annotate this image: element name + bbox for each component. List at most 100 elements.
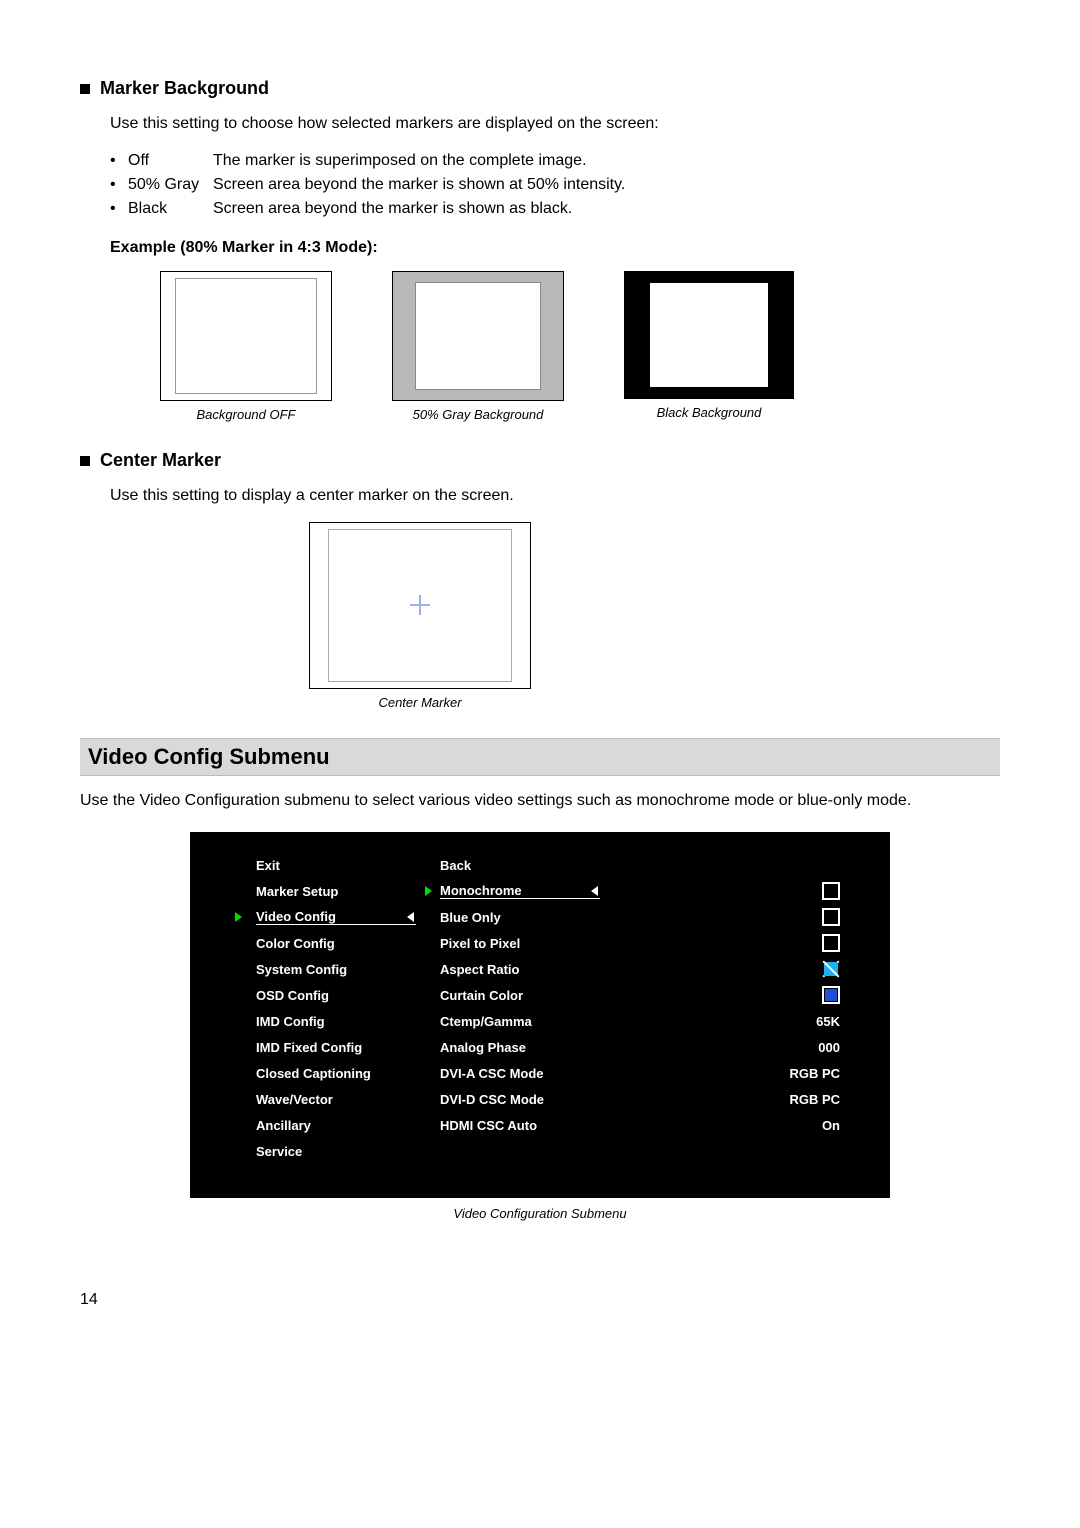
osd-left-item: OSD Config [256,988,416,1003]
list-item: • 50% Gray Screen area beyond the marker… [110,173,1000,197]
section-intro: Use this setting to display a center mar… [110,485,1000,507]
osd-label: Pixel to Pixel [440,936,520,951]
figure-caption: Black Background [657,405,762,420]
figure-bg-gray [392,271,564,401]
osd-row: Service [220,1138,860,1164]
osd-value [600,934,860,952]
osd-left-item: IMD Fixed Config [256,1040,416,1055]
osd-label: DVI-D CSC Mode [440,1092,544,1107]
section-heading-bar: Video Config Submenu [80,738,1000,776]
osd-value: RGB PC [600,1066,860,1081]
bullet-dot: • [110,173,128,197]
figure-inner [650,283,768,387]
figure-caption: 50% Gray Background [413,407,544,422]
osd-left-item: Service [256,1144,416,1159]
figure-row: Background OFF 50% Gray Background Black… [160,271,1000,422]
osd-right-item-selected: Monochrome [440,883,600,899]
bullet-dot: • [110,149,128,173]
osd-row: IMD Fixed Config Analog Phase 000 [220,1034,860,1060]
osd-label: Video Config [256,909,336,924]
osd-value: 65K [600,1014,860,1029]
osd-row: Color Config Pixel to Pixel [220,930,860,956]
osd-value [600,986,860,1004]
osd-right-item: Curtain Color [440,988,600,1003]
osd-label: Marker Setup [256,884,338,899]
osd-row: Marker Setup Monochrome [220,878,860,904]
osd-row: Video Config Blue Only [220,904,860,930]
section-title: Marker Background [100,78,269,99]
center-marker-figure [309,522,531,689]
osd-value: On [600,1118,860,1133]
page-number: 14 [80,1291,1000,1309]
figure-bg-off [160,271,332,401]
osd-left-gutter [220,912,256,922]
osd-label: Color Config [256,936,335,951]
section-intro: Use this setting to choose how selected … [110,113,1000,135]
figure: Center Marker [310,522,530,710]
osd-mid-gutter [416,886,440,896]
osd-menu: Exit Back Marker Setup Monochrome Video … [190,832,890,1198]
bullet-list: • Off The marker is superimposed on the … [110,149,1000,221]
bullet-key: Off [128,149,213,173]
osd-left-item: Ancillary [256,1118,416,1133]
figure-caption: Center Marker [378,695,461,710]
figure: 50% Gray Background [392,271,564,422]
bullet-key: 50% Gray [128,173,213,197]
osd-row: Closed Captioning DVI-A CSC Mode RGB PC [220,1060,860,1086]
bullet-text: Screen area beyond the marker is shown a… [213,173,625,197]
osd-right-item: Ctemp/Gamma [440,1014,600,1029]
osd-label: Back [440,858,471,873]
osd-right-item: Pixel to Pixel [440,936,600,951]
osd-label: Aspect Ratio [440,962,519,977]
checkbox-empty-icon [822,882,840,900]
osd-value [600,882,860,900]
osd-row: IMD Config Ctemp/Gamma 65K [220,1008,860,1034]
osd-left-item: System Config [256,962,416,977]
list-item: • Black Screen area beyond the marker is… [110,197,1000,221]
section-header-marker-bg: Marker Background [80,78,1000,99]
bullet-text: Screen area beyond the marker is shown a… [213,197,572,221]
triangle-right-icon [235,912,242,922]
bullet-dot: • [110,197,128,221]
osd-right-item: Back [440,858,600,873]
osd-label: HDMI CSC Auto [440,1118,537,1133]
crosshair-icon [419,595,421,615]
osd-label: DVI-A CSC Mode [440,1066,544,1081]
osd-value [600,908,860,926]
osd-left-item: Wave/Vector [256,1092,416,1107]
osd-left-item-selected: Video Config [256,909,416,925]
figure-caption: Video Configuration Submenu [80,1206,1000,1221]
osd-label: Service [256,1144,302,1159]
osd-right-item: Blue Only [440,910,600,925]
figure-bg-black [624,271,794,399]
osd-left-item: Exit [256,858,416,873]
osd-label: Monochrome [440,883,522,898]
osd-label: Blue Only [440,910,501,925]
osd-row: Ancillary HDMI CSC Auto On [220,1112,860,1138]
osd-value: RGB PC [600,1092,860,1107]
osd-label: Wave/Vector [256,1092,333,1107]
osd-label: Analog Phase [440,1040,526,1055]
osd-value: 000 [600,1040,860,1055]
bullet-text: The marker is superimposed on the comple… [213,149,587,173]
osd-label: IMD Fixed Config [256,1040,362,1055]
figure-inner [175,278,317,394]
checkbox-fill [824,962,838,976]
osd-label: System Config [256,962,347,977]
bullet-key: Black [128,197,213,221]
figure: Black Background [624,271,794,422]
osd-value [600,960,860,978]
osd-row: Exit Back [220,852,860,878]
osd-right-item: Analog Phase [440,1040,600,1055]
checkbox-empty-icon [822,934,840,952]
page: Marker Background Use this setting to ch… [0,0,1080,1349]
osd-row: OSD Config Curtain Color [220,982,860,1008]
osd-screenshot: Exit Back Marker Setup Monochrome Video … [80,832,1000,1198]
osd-right-item: HDMI CSC Auto [440,1118,600,1133]
section-intro: Use the Video Configuration submenu to s… [80,790,1000,812]
osd-left-item: Color Config [256,936,416,951]
list-item: • Off The marker is superimposed on the … [110,149,1000,173]
checkbox-x-icon [822,960,840,978]
osd-label: Curtain Color [440,988,523,1003]
osd-left-item: Marker Setup [256,884,416,899]
